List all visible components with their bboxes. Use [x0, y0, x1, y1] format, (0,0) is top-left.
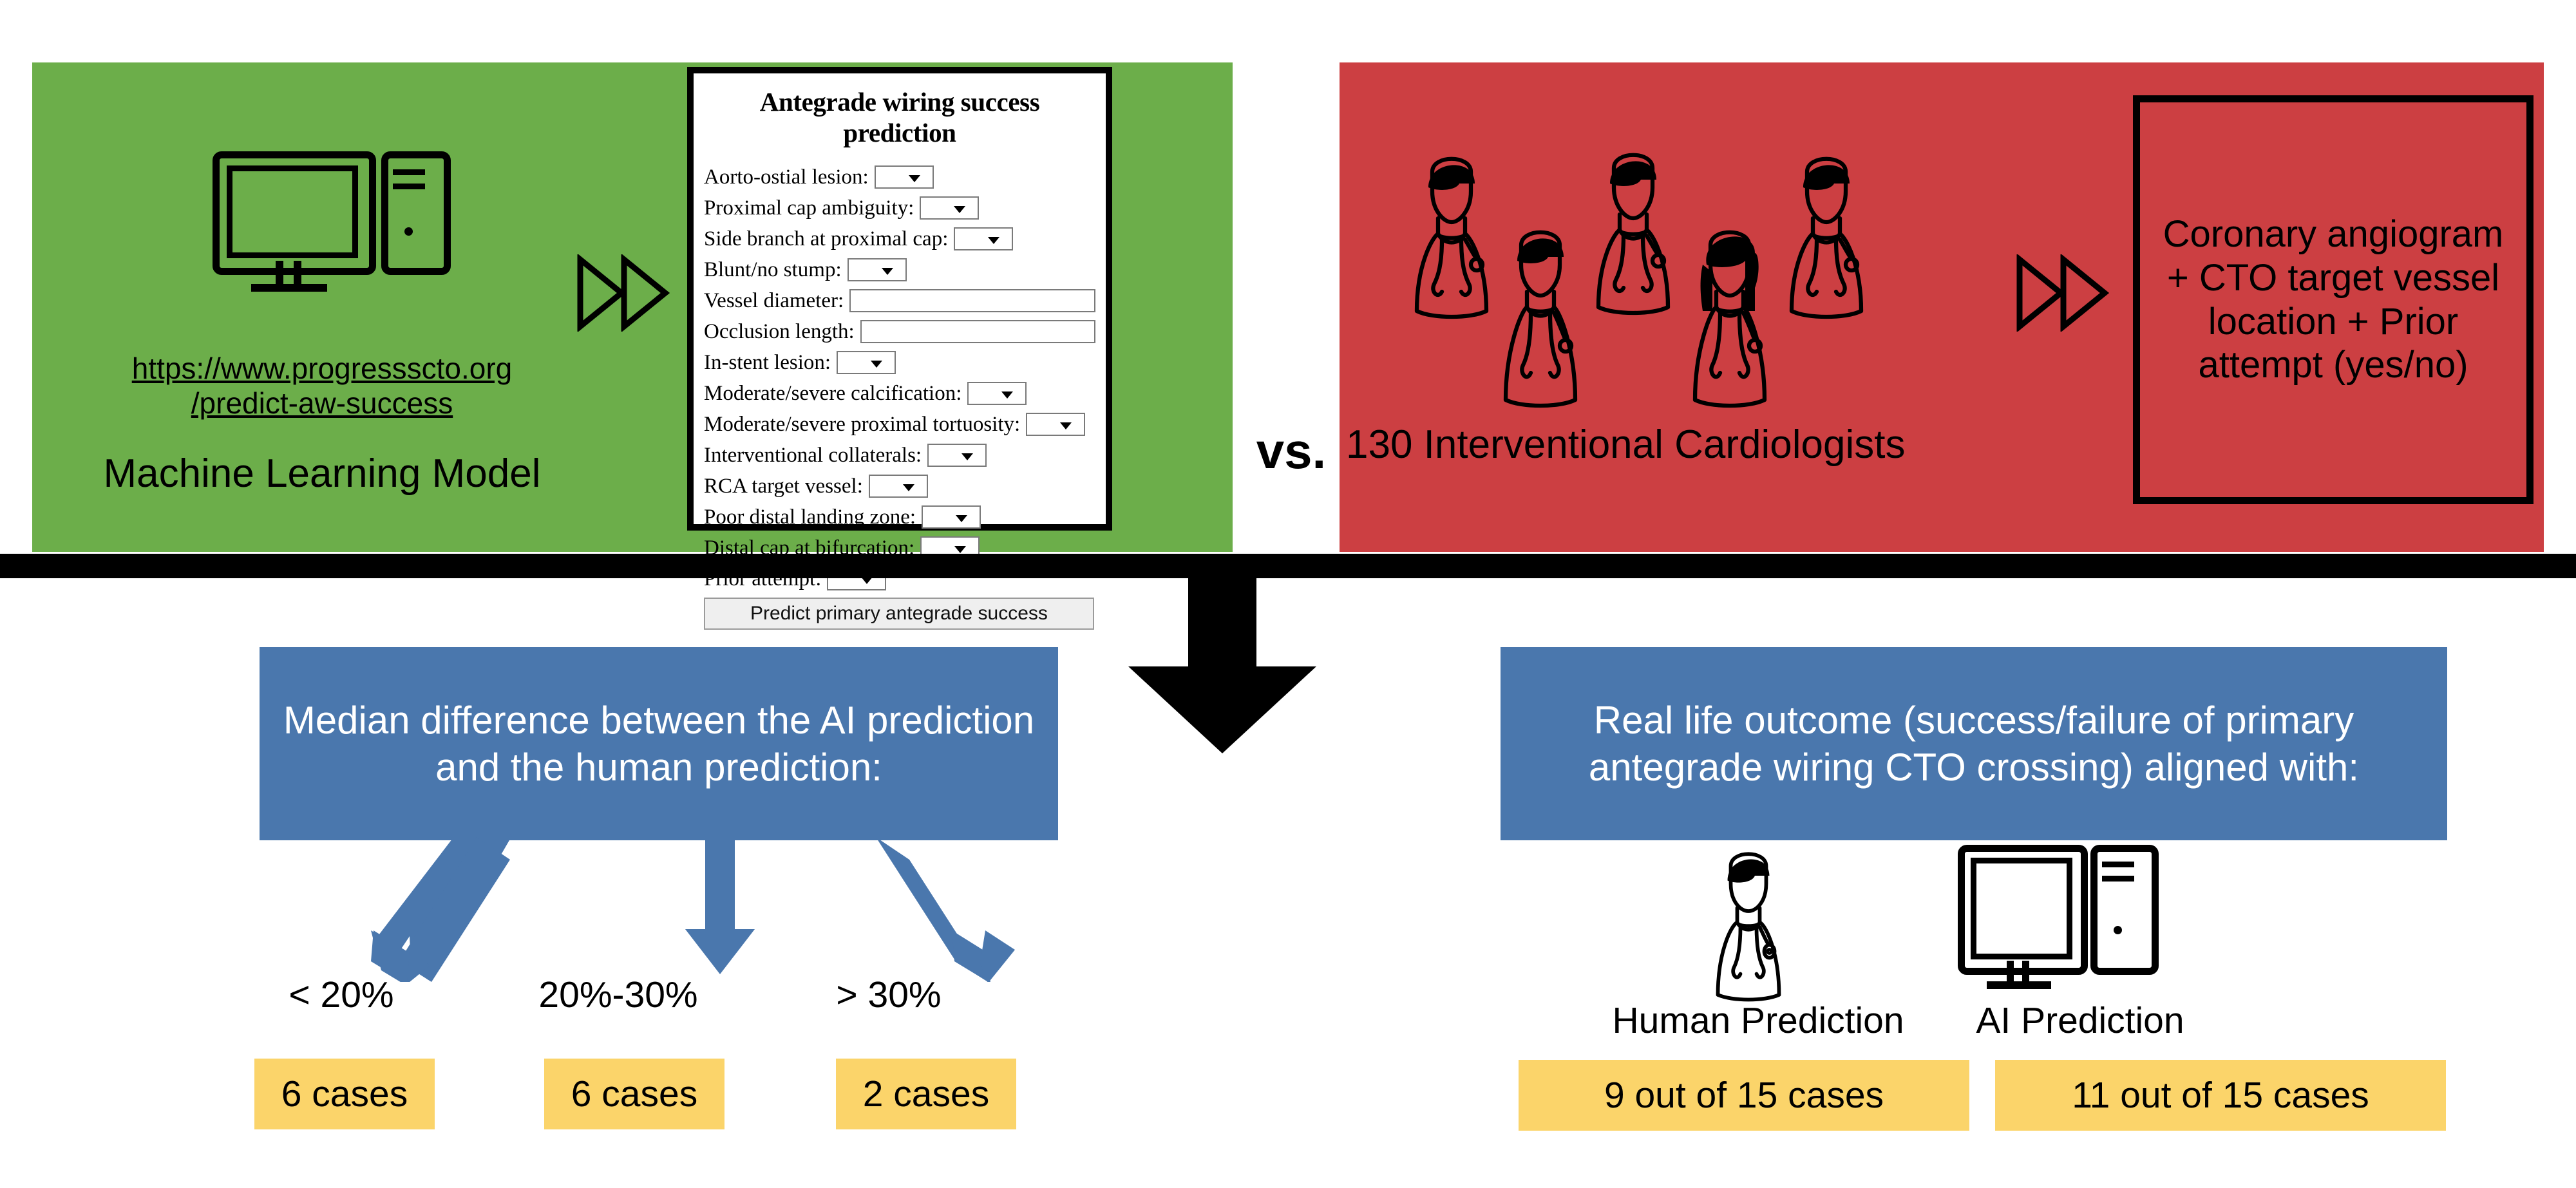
form-field-select[interactable] — [874, 165, 934, 189]
form-field-label: Moderate/severe proximal tortuosity: — [704, 412, 1021, 436]
form-field-select[interactable] — [967, 382, 1027, 405]
form-field-list: Aorto-ostial lesion: Proximal cap ambigui… — [704, 162, 1095, 594]
form-field-label: Blunt/no stump: — [704, 258, 842, 281]
form-field-row: Interventional collaterals: — [704, 440, 1095, 470]
form-field-row: Vessel diameter: — [704, 286, 1095, 316]
form-field-row: RCA target vessel: — [704, 471, 1095, 501]
median-difference-header-text: Median difference between the AI predict… — [283, 698, 1035, 789]
bucket-count-badge: 2 cases — [836, 1059, 1016, 1129]
form-field-row: Poor distal landing zone: — [704, 502, 1095, 532]
bucket-label: > 30% — [836, 974, 942, 1015]
form-field-label: Poor distal landing zone: — [704, 505, 916, 529]
prediction-result-badge: 9 out of 15 cases — [1519, 1060, 1969, 1131]
versus-label: vs. — [1256, 422, 1327, 479]
form-field-label: Aorto-ostial lesion: — [704, 165, 869, 189]
form-field-row: Moderate/severe proximal tortuosity: — [704, 410, 1095, 439]
desktop-computer-icon — [213, 151, 470, 312]
form-field-label: Side branch at proximal cap: — [704, 227, 949, 250]
form-field-label: Proximal cap ambiguity: — [704, 196, 914, 220]
form-field-select[interactable] — [920, 196, 980, 220]
form-field-label: Interventional collaterals: — [704, 443, 922, 467]
ml-url-line2: /predict-aw-success — [191, 386, 453, 420]
model-inputs-box: Coronary angiogram + CTO target vessel l… — [2133, 95, 2533, 504]
bucket-count-badge: 6 cases — [544, 1059, 724, 1129]
blue-down-arrow-icon — [283, 811, 1056, 985]
form-field-label: RCA target vessel: — [704, 474, 863, 498]
model-inputs-text: Coronary angiogram + CTO target vessel l… — [2163, 212, 2504, 386]
form-field-row: Side branch at proximal cap: — [704, 224, 1095, 254]
bucket-label: < 20% — [289, 974, 394, 1015]
form-field-select[interactable] — [1026, 413, 1086, 436]
antegrade-prediction-form: Antegrade wiring success prediction Aort… — [687, 67, 1112, 630]
desktop-computer-icon — [1958, 845, 2159, 1006]
ml-model-caption: Machine Learning Model — [103, 451, 541, 496]
form-field-select[interactable] — [927, 444, 987, 467]
cardiologists-caption: 130 Interventional Cardiologists — [1346, 422, 1906, 467]
ml-url-line1: https://www.progressscto.org — [131, 352, 513, 385]
form-field-select[interactable] — [868, 475, 928, 498]
form-field-label: In-stent lesion: — [704, 350, 831, 374]
double-chevron-right-icon — [2016, 253, 2112, 335]
real-life-outcome-header-text: Real life outcome (success/failure of pr… — [1588, 698, 2360, 789]
section-divider — [0, 554, 2576, 578]
prediction-result-badge: 11 out of 15 cases — [1995, 1060, 2446, 1131]
form-field-label: Vessel diameter: — [704, 288, 844, 312]
ml-model-url[interactable]: https://www.progressscto.org /predict-aw… — [32, 351, 612, 421]
form-field-row: Blunt/no stump: — [704, 255, 1095, 285]
form-field-select[interactable] — [922, 505, 981, 529]
prediction-source-label: AI Prediction — [1976, 1000, 2184, 1041]
form-field-row: Moderate/severe calcification: — [704, 379, 1095, 408]
form-field-row: In-stent lesion: — [704, 348, 1095, 377]
form-field-input[interactable] — [860, 320, 1095, 343]
bucket-count-badge: 6 cases — [254, 1059, 435, 1129]
form-field-select[interactable] — [837, 351, 896, 374]
double-chevron-right-icon — [576, 253, 673, 335]
form-title: Antegrade wiring success prediction — [759, 87, 1040, 147]
bucket-label: 20%-30% — [538, 974, 698, 1015]
form-field-label: Moderate/severe calcification: — [704, 381, 962, 405]
predict-button[interactable]: Predict primary antegrade success — [704, 598, 1094, 630]
form-field-select[interactable] — [847, 258, 907, 281]
form-field-select[interactable] — [954, 227, 1014, 250]
form-field-row: Proximal cap ambiguity: — [704, 193, 1095, 223]
form-field-input[interactable] — [849, 289, 1095, 312]
form-field-label: Occlusion length: — [704, 319, 855, 343]
median-difference-header: Median difference between the AI predict… — [260, 647, 1058, 840]
real-life-outcome-header: Real life outcome (success/failure of pr… — [1501, 647, 2447, 840]
form-field-row: Aorto-ostial lesion: — [704, 162, 1095, 192]
form-field-row: Occlusion length: — [704, 317, 1095, 346]
doctor-icon — [1674, 844, 1823, 1004]
doctors-group-icon — [1378, 126, 1958, 415]
